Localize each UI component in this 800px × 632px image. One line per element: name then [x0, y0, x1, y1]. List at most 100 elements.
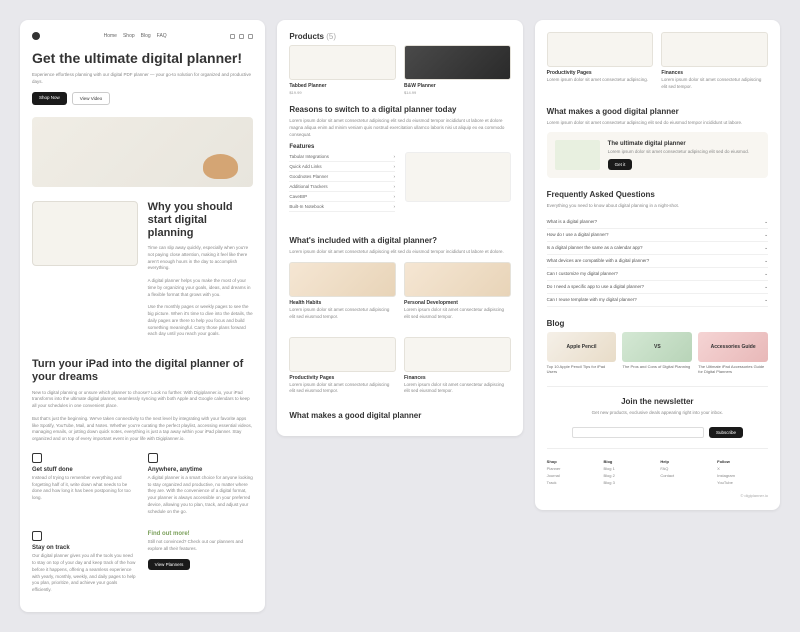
hero-sub: Experience effortless planning with our … [32, 72, 253, 86]
blog-card-title: The Ultimate iPad Accessories Guide for … [698, 364, 768, 374]
feature-list: Tabular Integrations› Quick Add Links› G… [289, 152, 395, 212]
footer-head: Shop [547, 459, 598, 464]
footer-link[interactable]: Track [547, 480, 598, 485]
product-price: $19.99 [289, 90, 396, 95]
shop-now-button[interactable]: Shop Now [32, 92, 67, 105]
blog-title: Blog [547, 319, 768, 328]
checklist-icon [32, 453, 42, 463]
panel-2: Products (5) Tabbed Planner $19.99 B&W P… [277, 20, 522, 436]
product-card[interactable]: B&W Planner $14.99 [404, 45, 511, 95]
reasons-title: Reasons to switch to a digital planner t… [289, 105, 510, 114]
footer-link[interactable]: Contact [660, 473, 711, 478]
nav: Home Shop Blog FAQ [32, 32, 253, 40]
included-body: Lorem ipsum dolor sit amet consectetur a… [289, 249, 510, 256]
chevron-down-icon: ⌄ [764, 258, 768, 264]
newsletter-input[interactable] [572, 427, 705, 438]
feat-find-out-more: Find out more! Still not convinced? Chec… [148, 531, 254, 600]
top-cards: Productivity Pages Lorem ipsum dolor sit… [547, 32, 768, 97]
why-p1: Time can slip away quickly, especially w… [148, 245, 254, 272]
chevron-down-icon: ⌄ [764, 297, 768, 303]
products-heading: Products (5) [289, 32, 510, 41]
nav-link-home[interactable]: Home [104, 33, 117, 39]
feat-desc: Still not convinced? Check out our plann… [148, 539, 254, 553]
included-card-desc: Lorem ipsum dolor sit amet consectetur a… [404, 307, 511, 321]
feat-desc: A digital planner is a smart choice for … [148, 475, 254, 516]
included-card: Finances Lorem ipsum dolor sit amet cons… [404, 337, 511, 402]
nav-link-blog[interactable]: Blog [141, 33, 151, 39]
included-row-1: Health Habits Lorem ipsum dolor sit amet… [289, 262, 510, 327]
footer-head: Blog [603, 459, 654, 464]
feat-anywhere: Anywhere, anytime A digital planner is a… [148, 453, 254, 522]
good-body: Lorem ipsum dolor sit amet consectetur a… [547, 120, 768, 127]
why-p2: A digital planner helps you make the mos… [148, 278, 254, 298]
blog-image: VS [622, 332, 692, 362]
hero-title: Get the ultimate digital planner! [32, 50, 253, 66]
blog-card[interactable]: Accessories Guide The Ultimate iPad Acce… [698, 332, 768, 374]
feat-get-stuff-done: Get stuff done Instead of trying to reme… [32, 453, 138, 522]
footer-col: Follow X Instagram YouTube [717, 459, 768, 487]
faq-item[interactable]: Can I reuse template with my digital pla… [547, 294, 768, 307]
reasons-body: Lorem ipsum dolor sit amet consectetur a… [289, 118, 510, 138]
footer-link[interactable]: YouTube [717, 480, 768, 485]
feat-desc: Instead of trying to remember everything… [32, 475, 138, 502]
nav-link-shop[interactable]: Shop [123, 33, 135, 39]
faq-item[interactable]: How do I use a digital planner?⌄ [547, 229, 768, 242]
faq-title: Frequently Asked Questions [547, 190, 768, 199]
features-block: Tabular Integrations› Quick Add Links› G… [289, 152, 510, 222]
footer-link[interactable]: Blog 3 [603, 480, 654, 485]
included-row-2: Productivity Pages Lorem ipsum dolor sit… [289, 337, 510, 402]
footer-link[interactable]: Journal [547, 473, 598, 478]
footer-link[interactable]: Blog 1 [603, 466, 654, 471]
chevron-down-icon: ⌄ [764, 219, 768, 225]
user-icon[interactable] [248, 34, 253, 39]
feature-preview [405, 152, 511, 202]
view-video-button[interactable]: View Video [72, 92, 110, 105]
callout-image [555, 140, 600, 170]
cart-icon[interactable] [239, 34, 244, 39]
included-image [404, 337, 511, 372]
product-price: $14.99 [404, 90, 511, 95]
product-card[interactable]: Tabbed Planner $19.99 [289, 45, 396, 95]
footer-link[interactable]: Instagram [717, 473, 768, 478]
footer-link[interactable]: Blog 2 [603, 473, 654, 478]
footer-link[interactable]: Planner [547, 466, 598, 471]
faq-item[interactable]: What is a digital planner?⌄ [547, 216, 768, 229]
tablet-image [32, 201, 138, 266]
footer-link[interactable]: FAQ [660, 466, 711, 471]
logo[interactable] [32, 32, 40, 40]
blog-card[interactable]: Apple Pencil Top 10 Apple Pencil Tips fo… [547, 332, 617, 374]
search-icon[interactable] [230, 34, 235, 39]
faq-item[interactable]: What devices are compatible with a digit… [547, 255, 768, 268]
view-planners-button[interactable]: View Planners [148, 559, 191, 570]
faq-item[interactable]: Is a digital planner the same as a calen… [547, 242, 768, 255]
callout: The ultimate digital planner Lorem ipsum… [547, 132, 768, 178]
footer-link[interactable]: X [717, 466, 768, 471]
blog-image: Apple Pencil [547, 332, 617, 362]
faq-item[interactable]: Can I customize my digital planner?⌄ [547, 268, 768, 281]
subscribe-button[interactable]: Subscribe [709, 427, 743, 438]
callout-button[interactable]: Get it [608, 159, 633, 170]
newsletter-desc: Get new products, exclusive deals appear… [547, 410, 768, 417]
clock-icon [148, 453, 158, 463]
included-title: What's included with a digital planner? [289, 236, 510, 245]
nav-link-faq[interactable]: FAQ [157, 33, 167, 39]
included-card-title: Finances [404, 375, 511, 381]
footer-col: Help FAQ Contact [660, 459, 711, 487]
included-card: Personal Development Lorem ipsum dolor s… [404, 262, 511, 327]
top-card-image [661, 32, 768, 67]
why-p3: Use the monthly pages or weekly pages to… [148, 304, 254, 338]
top-card-title: Productivity Pages [547, 70, 654, 76]
included-image [289, 337, 396, 372]
included-card-desc: Lorem ipsum dolor sit amet consectetur a… [289, 382, 396, 396]
callout-desc: Lorem ipsum dolor sit amet consectetur a… [608, 149, 749, 156]
good-title: What makes a good digital planner [289, 411, 510, 420]
ipad-title: Turn your iPad into the digital planner … [32, 358, 253, 384]
included-card-title: Health Habits [289, 300, 396, 306]
faq-item[interactable]: Do I need a specific app to use a digita… [547, 281, 768, 294]
callout-title: The ultimate digital planner [608, 141, 749, 147]
footer-head: Follow [717, 459, 768, 464]
blog-card[interactable]: VS The Pros and Cons of Digital Planning [622, 332, 692, 374]
faq-sub: Everything you need to know about digita… [547, 203, 768, 210]
features-grid: Get stuff done Instead of trying to reme… [32, 453, 253, 600]
why-title: Why you should start digital planning [148, 201, 254, 241]
